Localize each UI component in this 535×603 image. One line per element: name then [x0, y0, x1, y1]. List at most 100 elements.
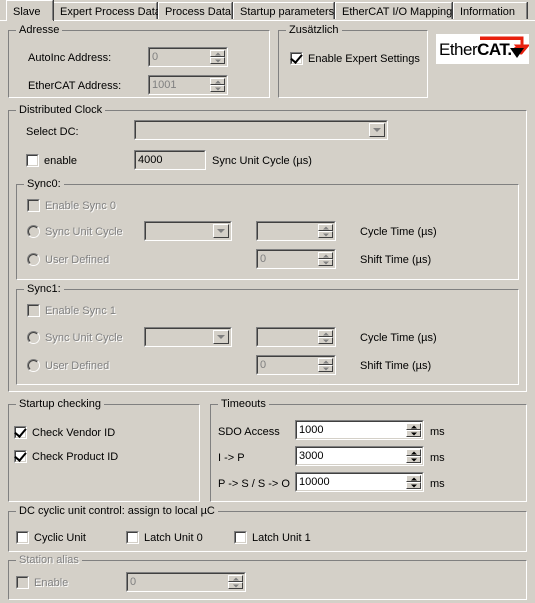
enable-sync0-label: Enable Sync 0	[45, 200, 116, 212]
tab-process-data[interactable]: Process Data	[158, 2, 232, 19]
group-station-alias: Station alias	[8, 554, 527, 600]
chevron-down-icon[interactable]	[369, 123, 385, 137]
p-to-s-s-to-o-timeout-spinner[interactable]	[406, 475, 421, 489]
autoinc-address-value: 0	[152, 51, 159, 63]
spinner-down-button[interactable]	[318, 365, 333, 372]
enable-sync0-checkbox[interactable]	[27, 199, 40, 212]
sync1-cycle-combobox[interactable]	[144, 327, 232, 347]
station-alias-field[interactable]: 0	[126, 572, 246, 592]
spinner-up-button[interactable]	[406, 423, 421, 430]
latch-unit-1-checkbox[interactable]	[234, 531, 247, 544]
station-alias-enable-label: Enable	[34, 577, 69, 589]
latch-unit-0-label: Latch Unit 0	[144, 532, 203, 544]
tab-expert-process-data[interactable]: Expert Process Data	[53, 2, 161, 19]
spinner-up-button[interactable]	[318, 224, 333, 231]
station-alias-enable-checkbox[interactable]	[16, 576, 29, 589]
autoinc-address-label: AutoInc Address:	[28, 52, 112, 64]
sync0-cycle-time-field[interactable]	[256, 221, 336, 241]
i-to-p-timeout-field[interactable]: 3000	[295, 446, 424, 466]
spinner-up-button[interactable]	[210, 50, 225, 57]
sync1-sync-unit-cycle-radio[interactable]	[27, 331, 40, 344]
cyclic-unit-checkbox[interactable]	[16, 531, 29, 544]
sdo-access-timeout-field[interactable]: 1000	[295, 420, 424, 440]
spinner-down-button[interactable]	[228, 582, 243, 589]
check-product-id-label: Check Product ID	[32, 451, 119, 463]
ethercat-address-spinner[interactable]	[210, 78, 225, 92]
select-dc-value	[139, 121, 367, 139]
autoinc-address-field[interactable]: 0	[148, 47, 228, 67]
sync1-user-defined-label: User Defined	[45, 360, 110, 372]
sync1-cycle-time-field[interactable]	[256, 327, 336, 347]
group-station-alias-title: Station alias	[16, 554, 82, 566]
latch-unit-0-checkbox[interactable]	[126, 531, 139, 544]
ethercat-logo-arrow-icon	[480, 36, 529, 58]
i-to-p-timeout-value: 3000	[299, 450, 324, 462]
sync0-cycle-combobox[interactable]	[144, 221, 232, 241]
enable-sync1-checkbox[interactable]	[27, 304, 40, 317]
timeout-row-label: I -> P	[218, 452, 245, 464]
spinner-up-button[interactable]	[318, 330, 333, 337]
spinner-up-button[interactable]	[318, 358, 333, 365]
sync1-shift-time-value: 0	[260, 359, 267, 371]
p-to-s-s-to-o-timeout-value: 10000	[299, 476, 330, 488]
sdo-access-timeout-spinner[interactable]	[406, 423, 421, 437]
select-dc-combobox[interactable]	[134, 120, 388, 140]
spinner-down-button[interactable]	[318, 337, 333, 344]
sync0-shift-time-value: 0	[260, 253, 267, 265]
group-sync0-title: Sync0:	[24, 178, 64, 190]
sync0-user-defined-radio[interactable]	[27, 253, 40, 266]
p-to-s-s-to-o-timeout-field[interactable]: 10000	[295, 472, 424, 492]
check-vendor-id-checkbox[interactable]	[14, 425, 27, 439]
tab-startup-parameters[interactable]: Startup parameters	[233, 2, 334, 19]
check-product-id-checkbox[interactable]	[14, 449, 27, 463]
tab-strip-divider	[0, 20, 535, 21]
sync-unit-cycle-field[interactable]: 4000	[134, 150, 206, 170]
timeout-row-unit: ms	[430, 452, 445, 464]
spinner-up-button[interactable]	[318, 252, 333, 259]
tab-label: Startup parameters	[240, 6, 335, 18]
spinner-down-button[interactable]	[210, 85, 225, 92]
sync0-cycle-combobox-value	[149, 222, 211, 240]
spinner-down-button[interactable]	[318, 259, 333, 266]
sync1-cycle-time-spinner[interactable]	[318, 330, 333, 344]
ethercat-address-field[interactable]: 1001	[148, 75, 228, 95]
spinner-down-button[interactable]	[406, 456, 421, 463]
group-zusaetzlich-title: Zusätzlich	[286, 24, 342, 36]
dc-enable-label: enable	[44, 155, 78, 167]
sync1-shift-time-label: Shift Time (µs)	[360, 360, 432, 372]
spinner-up-button[interactable]	[210, 78, 225, 85]
sync0-cycle-time-label: Cycle Time (µs)	[360, 226, 437, 238]
station-alias-value: 0	[130, 576, 137, 588]
i-to-p-timeout-spinner[interactable]	[406, 449, 421, 463]
sync0-shift-time-spinner[interactable]	[318, 252, 333, 266]
ethercat-address-label: EtherCAT Address:	[28, 80, 122, 92]
sync0-sync-unit-cycle-radio[interactable]	[27, 225, 40, 238]
sync-unit-cycle-value: 4000	[138, 154, 163, 166]
sync1-shift-time-spinner[interactable]	[318, 358, 333, 372]
spinner-down-button[interactable]	[318, 231, 333, 238]
spinner-down-button[interactable]	[406, 482, 421, 489]
sync1-sync-unit-cycle-label: Sync Unit Cycle	[45, 332, 123, 344]
enable-expert-settings-checkbox[interactable]	[290, 51, 303, 65]
sync1-shift-time-field[interactable]: 0	[256, 355, 336, 375]
spinner-down-button[interactable]	[406, 430, 421, 437]
spinner-up-button[interactable]	[406, 475, 421, 482]
sync0-cycle-time-spinner[interactable]	[318, 224, 333, 238]
spinner-up-button[interactable]	[228, 575, 243, 582]
chevron-down-icon[interactable]	[213, 224, 229, 238]
spinner-up-button[interactable]	[406, 449, 421, 456]
autoinc-address-spinner[interactable]	[210, 50, 225, 64]
tab-slave[interactable]: Slave	[6, 0, 53, 21]
group-sync1-title: Sync1:	[24, 283, 64, 295]
dc-enable-checkbox[interactable]	[26, 154, 39, 167]
chevron-down-icon[interactable]	[213, 330, 229, 344]
group-distributed-clock-title: Distributed Clock	[16, 104, 106, 116]
sync1-user-defined-radio[interactable]	[27, 359, 40, 372]
spinner-down-button[interactable]	[210, 57, 225, 64]
sync0-shift-time-field[interactable]: 0	[256, 249, 336, 269]
station-alias-spinner[interactable]	[228, 575, 243, 589]
enable-sync1-label: Enable Sync 1	[45, 305, 116, 317]
tab-ethercat-io-mapping[interactable]: EtherCAT I/O Mapping	[335, 2, 452, 19]
tab-information[interactable]: Information	[453, 2, 527, 19]
sync0-sync-unit-cycle-label: Sync Unit Cycle	[45, 226, 123, 238]
